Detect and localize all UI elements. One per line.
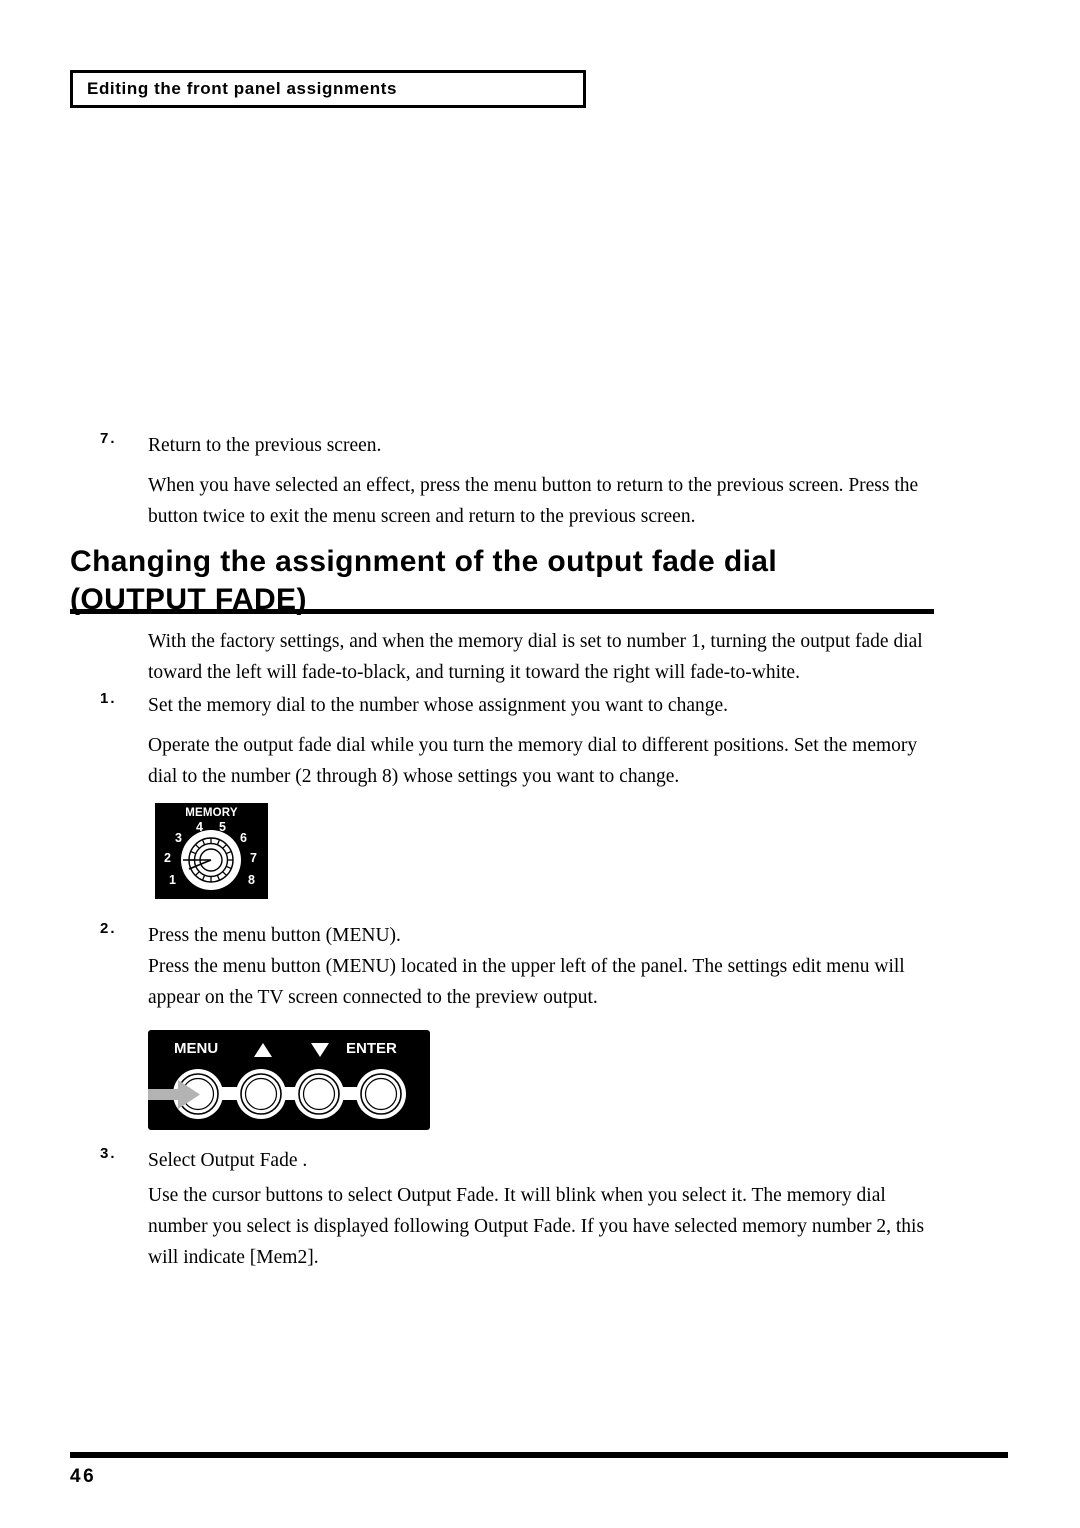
step-3-body: Use the cursor buttons to select Output … [148, 1185, 925, 1268]
section-heading: Changing the assignment of the output fa… [70, 543, 950, 619]
step-2: 2. Press the menu button (MENU). [100, 920, 940, 951]
page-number: 46 [70, 1466, 97, 1487]
step-7-body: When you have selected an effect, press … [148, 475, 919, 527]
footer-rule [70, 1452, 1008, 1458]
memory-knob-icon [181, 830, 241, 890]
step-2-body: Press the menu button (MENU) located in … [148, 956, 905, 1008]
panel-button-enter [356, 1069, 406, 1119]
cursor-up-icon [254, 1043, 272, 1057]
step-1-number: 1. [100, 690, 117, 707]
panel-button-up [236, 1069, 286, 1119]
step-3-title: Select Output Fade . [148, 1150, 308, 1171]
running-header-text: Editing the front panel assignments [87, 79, 398, 98]
cursor-down-icon [311, 1043, 329, 1057]
step-2-title: Press the menu button (MENU). [148, 925, 401, 946]
step-7-number: 7. [100, 430, 117, 447]
step-7-title: Return to the previous screen. [148, 435, 382, 456]
step-7: 7. Return to the previous screen. [100, 430, 940, 461]
panel-button-down [294, 1069, 344, 1119]
menu-panel-buttons-graphic [148, 1069, 406, 1119]
menu-panel-labels: MENU ENTER [148, 1041, 430, 1059]
menu-button-label: MENU [174, 1040, 219, 1057]
memory-dial-graphic: 1 2 3 4 5 6 7 8 [163, 820, 260, 895]
running-header-box: Editing the front panel assignments [70, 70, 586, 108]
memory-dial-label: MEMORY [185, 807, 238, 819]
section-heading-rule [70, 609, 934, 614]
section-intro: With the factory settings, and when the … [148, 631, 923, 683]
step-1-title: Set the memory dial to the number whose … [148, 695, 729, 716]
step-1-body: Operate the output fade dial while you t… [148, 735, 918, 787]
section-heading-line-1: Changing the assignment of the output fa… [70, 545, 778, 578]
step-3-number: 3. [100, 1145, 117, 1162]
figure-menu-panel: MENU ENTER [148, 1030, 430, 1130]
step-1: 1. Set the memory dial to the number who… [100, 690, 940, 721]
step-2-number: 2. [100, 920, 117, 937]
enter-button-label: ENTER [346, 1040, 397, 1057]
step-3: 3. Select Output Fade . [100, 1145, 940, 1176]
figure-memory-dial: MEMORY 1 2 3 4 5 6 7 8 [155, 803, 268, 899]
